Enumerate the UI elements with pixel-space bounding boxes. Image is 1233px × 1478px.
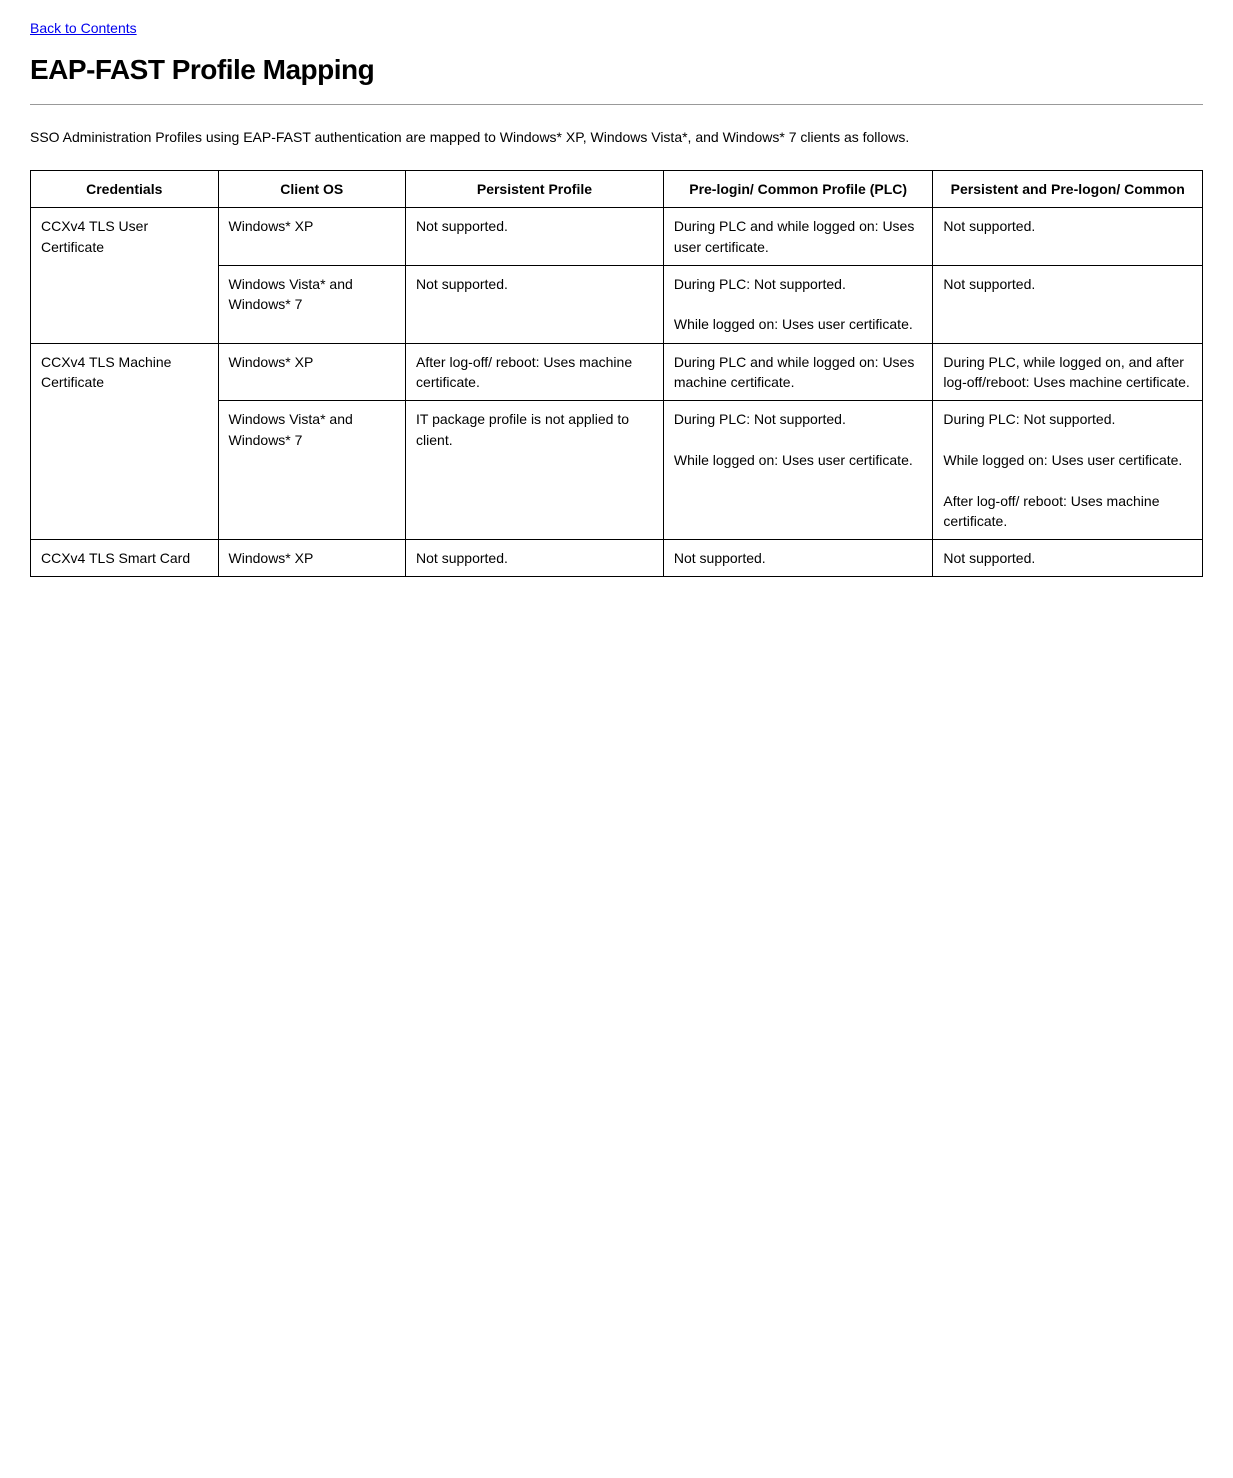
persistent-profile-cell: After log-off/ reboot: Uses machine cert… <box>406 343 664 401</box>
col-header-persistent-profile: Persistent Profile <box>406 171 664 208</box>
client-os-cell: Windows Vista* and Windows* 7 <box>218 401 406 540</box>
plc-cell: Not supported. <box>663 540 933 577</box>
credentials-cell: CCXv4 TLS Machine Certificate <box>31 343 219 539</box>
client-os-cell: Windows* XP <box>218 208 406 266</box>
intro-text: SSO Administration Profiles using EAP-FA… <box>30 127 1203 148</box>
page-title: EAP-FAST Profile Mapping <box>30 54 1203 86</box>
client-os-cell: Windows Vista* and Windows* 7 <box>218 265 406 343</box>
table-row: CCXv4 TLS Machine CertificateWindows* XP… <box>31 343 1203 401</box>
table-row: CCXv4 TLS User CertificateWindows* XPNot… <box>31 208 1203 266</box>
mapping-table: Credentials Client OS Persistent Profile… <box>30 170 1203 577</box>
plc-cell: During PLC: Not supported.While logged o… <box>663 265 933 343</box>
plc-cell: During PLC and while logged on: Uses use… <box>663 208 933 266</box>
persistent-pre-logon-cell: Not supported. <box>933 208 1203 266</box>
persistent-profile-cell: IT package profile is not applied to cli… <box>406 401 664 540</box>
divider <box>30 104 1203 105</box>
col-header-credentials: Credentials <box>31 171 219 208</box>
persistent-profile-cell: Not supported. <box>406 208 664 266</box>
col-header-plc: Pre-login/ Common Profile (PLC) <box>663 171 933 208</box>
credentials-cell: CCXv4 TLS Smart Card <box>31 540 219 577</box>
client-os-cell: Windows* XP <box>218 540 406 577</box>
plc-cell: During PLC and while logged on: Uses mac… <box>663 343 933 401</box>
persistent-pre-logon-cell: Not supported. <box>933 265 1203 343</box>
col-header-client-os: Client OS <box>218 171 406 208</box>
table-header-row: Credentials Client OS Persistent Profile… <box>31 171 1203 208</box>
table-row: CCXv4 TLS Smart CardWindows* XPNot suppo… <box>31 540 1203 577</box>
plc-cell: During PLC: Not supported.While logged o… <box>663 401 933 540</box>
credentials-cell: CCXv4 TLS User Certificate <box>31 208 219 343</box>
col-header-persistent-pre-logon: Persistent and Pre-logon/ Common <box>933 171 1203 208</box>
persistent-profile-cell: Not supported. <box>406 265 664 343</box>
persistent-pre-logon-cell: Not supported. <box>933 540 1203 577</box>
persistent-pre-logon-cell: During PLC, while logged on, and after l… <box>933 343 1203 401</box>
client-os-cell: Windows* XP <box>218 343 406 401</box>
back-to-contents-link[interactable]: Back to Contents <box>30 20 137 36</box>
persistent-profile-cell: Not supported. <box>406 540 664 577</box>
persistent-pre-logon-cell: During PLC: Not supported.While logged o… <box>933 401 1203 540</box>
